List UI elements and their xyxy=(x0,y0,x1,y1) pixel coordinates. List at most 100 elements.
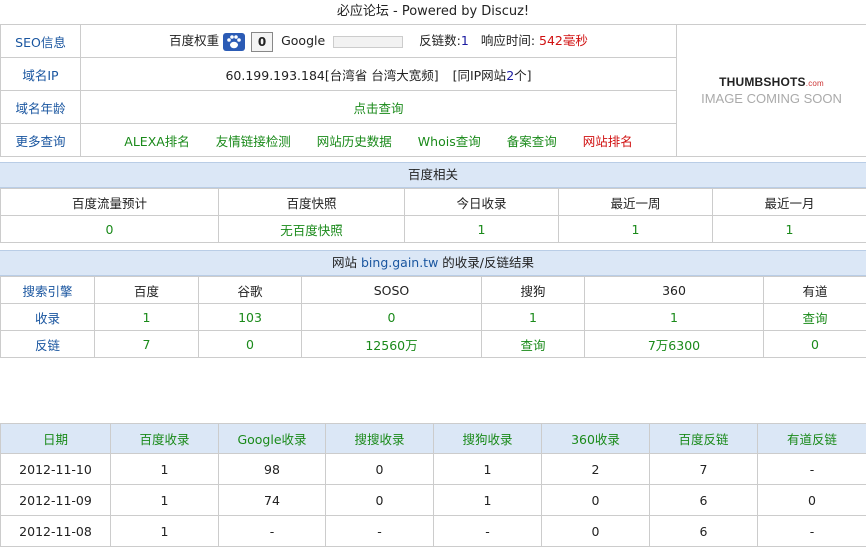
daily-cell: 2 xyxy=(541,453,650,485)
indexed-soso[interactable]: 0 xyxy=(301,303,482,331)
indexed-label: 收录 xyxy=(0,303,95,331)
indexed-sogou[interactable]: 1 xyxy=(481,303,585,331)
age-values: 点击查询 xyxy=(80,90,677,124)
backlink-soso[interactable]: 12560万 xyxy=(301,330,482,358)
ip-values: 60.199.193.184[台湾省 台湾大宽频] [同IP网站2个] xyxy=(80,57,677,91)
baidu-weight-value: 0 xyxy=(251,31,274,52)
indexed-youdao[interactable]: 查询 xyxy=(763,303,866,331)
daily-cell: 1 xyxy=(110,515,219,547)
icp-record-link[interactable]: 备案查询 xyxy=(507,134,557,149)
search-header-youdao: 有道 xyxy=(763,276,866,304)
baidu-header-today: 今日收录 xyxy=(404,188,559,216)
daily-cell: - xyxy=(757,515,866,547)
baidu-snapshot-value[interactable]: 无百度快照 xyxy=(218,215,405,243)
baidu-header-snapshot: 百度快照 xyxy=(218,188,405,216)
search-header-360: 360 xyxy=(584,276,764,304)
daily-cell: 7 xyxy=(649,453,758,485)
same-ip-link[interactable]: [同IP网站2个] xyxy=(453,68,532,83)
backlink-360[interactable]: 7万6300 xyxy=(584,330,764,358)
google-label: Google xyxy=(281,33,326,49)
google-pr-bar xyxy=(333,35,404,48)
age-query-link[interactable]: 点击查询 xyxy=(353,101,403,116)
daily-cell: - xyxy=(325,515,434,547)
daily-header-baidu: 百度收录 xyxy=(110,423,219,454)
site-rank-link[interactable]: 网站排名 xyxy=(583,134,633,149)
whois-link[interactable]: Whois查询 xyxy=(418,134,481,149)
thumbnail-cell: THUMBSHOTS.com IMAGE COMING SOON xyxy=(676,24,866,157)
daily-header-sogou: 搜狗收录 xyxy=(433,423,542,454)
daily-date: 2012-11-09 xyxy=(0,484,111,516)
search-engine-table: 搜索引擎 百度 谷歌 SOSO 搜狗 360 有道 收录 1 103 0 1 1… xyxy=(0,276,866,358)
table-row: 2012-11-09 1 74 0 1 0 6 0 xyxy=(0,484,866,516)
daily-cell: 1 xyxy=(433,484,542,516)
backlink-youdao[interactable]: 0 xyxy=(763,330,866,358)
seo-row: SEO信息 百度权重 0 Google 反链数:1 响应时间: 542毫秒 TH… xyxy=(0,24,866,157)
daily-header-row: 日期 百度收录 Google收录 搜搜收录 搜狗收录 360收录 百度反链 有道… xyxy=(0,423,866,454)
thumbshots-logo: THUMBSHOTS.com xyxy=(719,75,824,89)
daily-cell: 6 xyxy=(649,484,758,516)
daily-date: 2012-11-08 xyxy=(0,515,111,547)
daily-cell: 1 xyxy=(110,484,219,516)
daily-cell: 6 xyxy=(649,515,758,547)
alexa-link[interactable]: ALEXA排名 xyxy=(124,134,190,149)
daily-date: 2012-11-10 xyxy=(0,453,111,485)
daily-cell: 0 xyxy=(541,515,650,547)
search-header-engine: 搜索引擎 xyxy=(0,276,95,304)
search-header-google: 谷歌 xyxy=(198,276,302,304)
baidu-month-value: 1 xyxy=(712,215,866,243)
daily-cell: 0 xyxy=(757,484,866,516)
indexed-360[interactable]: 1 xyxy=(584,303,764,331)
baidu-header-month: 最近一月 xyxy=(712,188,866,216)
backlink-label: 反链 xyxy=(0,330,95,358)
ip-value: 60.199.193.184[台湾省 台湾大宽频] xyxy=(225,67,439,83)
daily-cell: 1 xyxy=(110,453,219,485)
daily-header-360: 360收录 xyxy=(541,423,650,454)
indexed-baidu[interactable]: 1 xyxy=(94,303,199,331)
daily-cell: 0 xyxy=(325,484,434,516)
backlinks-label: 反链数: xyxy=(419,33,461,49)
age-label: 域名年龄 xyxy=(0,90,81,124)
search-header-baidu: 百度 xyxy=(94,276,199,304)
daily-history-table: 日期 百度收录 Google收录 搜搜收录 搜狗收录 360收录 百度反链 有道… xyxy=(0,423,866,547)
search-header-row: 搜索引擎 百度 谷歌 SOSO 搜狗 360 有道 xyxy=(0,276,866,304)
ip-label: 域名IP xyxy=(0,57,81,91)
search-header-soso: SOSO xyxy=(301,276,482,304)
baidu-week-value: 1 xyxy=(558,215,713,243)
baidu-stats-table: 百度流量预计 百度快照 今日收录 最近一周 最近一月 0 无百度快照 1 1 1 xyxy=(0,188,866,243)
domain-link[interactable]: bing.gain.tw xyxy=(361,255,438,270)
indexed-row: 收录 1 103 0 1 1 查询 xyxy=(0,303,866,331)
baidu-weight-label: 百度权重 xyxy=(169,33,220,49)
daily-cell: - xyxy=(218,515,326,547)
table-row: 2012-11-08 1 - - - 0 6 - xyxy=(0,515,866,547)
daily-cell: 1 xyxy=(433,453,542,485)
daily-header-date: 日期 xyxy=(0,423,111,454)
response-label: 响应时间: xyxy=(480,33,536,49)
baidu-value-row: 0 无百度快照 1 1 1 xyxy=(0,215,866,243)
baidu-header-traffic: 百度流量预计 xyxy=(0,188,219,216)
daily-cell: - xyxy=(433,515,542,547)
table-row: 2012-11-10 1 98 0 1 2 7 - xyxy=(0,453,866,485)
baidu-paw-icon xyxy=(223,32,246,51)
backlink-baidu[interactable]: 7 xyxy=(94,330,199,358)
daily-cell: 98 xyxy=(218,453,326,485)
daily-cell: 0 xyxy=(325,453,434,485)
response-value: 542毫秒 xyxy=(539,33,588,49)
daily-cell: - xyxy=(757,453,866,485)
seo-values: 百度权重 0 Google 反链数:1 响应时间: 542毫秒 xyxy=(80,24,677,58)
friend-links-check-link[interactable]: 友情链接检测 xyxy=(216,134,291,149)
backlink-row: 反链 7 0 12560万 查询 7万6300 0 xyxy=(0,330,866,358)
site-history-link[interactable]: 网站历史数据 xyxy=(317,134,392,149)
backlink-google[interactable]: 0 xyxy=(198,330,302,358)
baidu-section-heading: 百度相关 xyxy=(0,162,866,188)
baidu-today-value: 1 xyxy=(404,215,559,243)
backlink-sogou[interactable]: 查询 xyxy=(481,330,585,358)
more-links: ALEXA排名 友情链接检测 网站历史数据 Whois查询 备案查询 网站排名 xyxy=(80,123,677,157)
seo-label: SEO信息 xyxy=(0,24,81,58)
baidu-header-row: 百度流量预计 百度快照 今日收录 最近一周 最近一月 xyxy=(0,188,866,216)
daily-header-google: Google收录 xyxy=(218,423,326,454)
indexed-google[interactable]: 103 xyxy=(198,303,302,331)
baidu-traffic-value: 0 xyxy=(0,215,219,243)
daily-header-soso: 搜搜收录 xyxy=(325,423,434,454)
baidu-header-week: 最近一周 xyxy=(558,188,713,216)
search-section-heading: 网站 bing.gain.tw 的收录/反链结果 xyxy=(0,250,866,276)
